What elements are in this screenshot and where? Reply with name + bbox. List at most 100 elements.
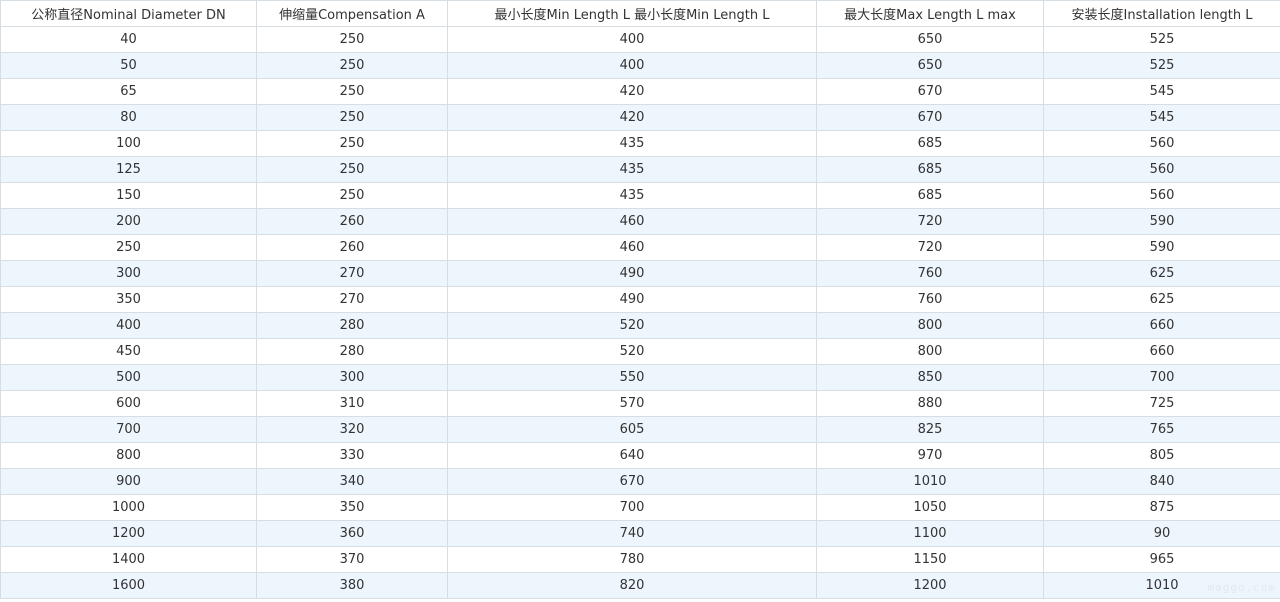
table-row: 125 250 435 685 560 (0, 156, 1280, 183)
cell-max-length: 685 (816, 182, 1044, 209)
cell-installation-length: 590 (1043, 208, 1280, 235)
cell-min-length: 400 (447, 52, 817, 79)
cell-nominal-diameter: 300 (0, 260, 257, 287)
cell-max-length: 685 (816, 156, 1044, 183)
table-row: 900 340 670 1010 840 (0, 468, 1280, 495)
cell-compensation: 280 (256, 338, 448, 365)
table-row: 1200 360 740 1100 90 (0, 520, 1280, 547)
cell-max-length: 1150 (816, 546, 1044, 573)
cell-nominal-diameter: 800 (0, 442, 257, 469)
cell-installation-length: 90 (1043, 520, 1280, 547)
cell-installation-length: 765 (1043, 416, 1280, 443)
table-row: 500 300 550 850 700 (0, 364, 1280, 391)
cell-min-length: 490 (447, 286, 817, 313)
header-nominal-diameter: 公称直径Nominal Diameter DN (0, 0, 257, 27)
cell-nominal-diameter: 1000 (0, 494, 257, 521)
table-body: 40 250 400 650 525 50 250 400 650 525 65 250 420 670 5… (0, 26, 1280, 599)
cell-min-length: 460 (447, 208, 817, 235)
cell-installation-length: 725 (1043, 390, 1280, 417)
header-max-length: 最大长度Max Length L max (816, 0, 1044, 27)
cell-nominal-diameter: 80 (0, 104, 257, 131)
table-row: 450 280 520 800 660 (0, 338, 1280, 365)
cell-compensation: 250 (256, 104, 448, 131)
table-row: 350 270 490 760 625 (0, 286, 1280, 313)
cell-min-length: 780 (447, 546, 817, 573)
header-installation-length: 安装长度Installation length L (1043, 0, 1280, 27)
cell-nominal-diameter: 125 (0, 156, 257, 183)
table-row: 200 260 460 720 590 (0, 208, 1280, 235)
cell-compensation: 350 (256, 494, 448, 521)
cell-installation-length: 545 (1043, 104, 1280, 131)
cell-nominal-diameter: 450 (0, 338, 257, 365)
cell-installation-length: 625 (1043, 286, 1280, 313)
cell-nominal-diameter: 40 (0, 26, 257, 53)
watermark: maggq.com (1207, 581, 1276, 594)
table-row: 150 250 435 685 560 (0, 182, 1280, 209)
table-header: 公称直径Nominal Diameter DN 伸缩量Compensation … (0, 0, 1280, 27)
cell-installation-length: 560 (1043, 156, 1280, 183)
cell-installation-length: 700 (1043, 364, 1280, 391)
cell-min-length: 740 (447, 520, 817, 547)
cell-nominal-diameter: 200 (0, 208, 257, 235)
cell-compensation: 370 (256, 546, 448, 573)
table-row: 300 270 490 760 625 (0, 260, 1280, 287)
cell-max-length: 720 (816, 234, 1044, 261)
cell-installation-length: 660 (1043, 312, 1280, 339)
cell-compensation: 380 (256, 572, 448, 599)
cell-max-length: 670 (816, 78, 1044, 105)
cell-max-length: 1100 (816, 520, 1044, 547)
cell-installation-length: 560 (1043, 130, 1280, 157)
cell-min-length: 520 (447, 312, 817, 339)
cell-compensation: 330 (256, 442, 448, 469)
cell-installation-length: 525 (1043, 26, 1280, 53)
cell-compensation: 250 (256, 182, 448, 209)
cell-nominal-diameter: 65 (0, 78, 257, 105)
cell-compensation: 250 (256, 130, 448, 157)
cell-compensation: 270 (256, 260, 448, 287)
table-row: 400 280 520 800 660 (0, 312, 1280, 339)
cell-compensation: 250 (256, 26, 448, 53)
cell-compensation: 360 (256, 520, 448, 547)
table-row: 40 250 400 650 525 (0, 26, 1280, 53)
header-min-length: 最小长度Min Length L 最小长度Min Length L (447, 0, 817, 27)
table-row: 800 330 640 970 805 (0, 442, 1280, 469)
cell-max-length: 970 (816, 442, 1044, 469)
cell-min-length: 640 (447, 442, 817, 469)
cell-nominal-diameter: 1600 (0, 572, 257, 599)
cell-max-length: 800 (816, 312, 1044, 339)
cell-installation-length: 840 (1043, 468, 1280, 495)
cell-min-length: 520 (447, 338, 817, 365)
cell-nominal-diameter: 250 (0, 234, 257, 261)
cell-max-length: 650 (816, 26, 1044, 53)
cell-installation-length: 965 (1043, 546, 1280, 573)
cell-compensation: 250 (256, 156, 448, 183)
cell-min-length: 420 (447, 78, 817, 105)
cell-min-length: 820 (447, 572, 817, 599)
cell-compensation: 270 (256, 286, 448, 313)
cell-nominal-diameter: 700 (0, 416, 257, 443)
cell-min-length: 460 (447, 234, 817, 261)
cell-max-length: 670 (816, 104, 1044, 131)
cell-nominal-diameter: 50 (0, 52, 257, 79)
table-row: 700 320 605 825 765 (0, 416, 1280, 443)
cell-max-length: 1200 (816, 572, 1044, 599)
cell-nominal-diameter: 400 (0, 312, 257, 339)
cell-max-length: 850 (816, 364, 1044, 391)
cell-min-length: 435 (447, 156, 817, 183)
cell-nominal-diameter: 1400 (0, 546, 257, 573)
cell-max-length: 760 (816, 286, 1044, 313)
cell-max-length: 1050 (816, 494, 1044, 521)
cell-installation-length: 660 (1043, 338, 1280, 365)
table-row: 250 260 460 720 590 (0, 234, 1280, 261)
cell-compensation: 250 (256, 52, 448, 79)
cell-min-length: 550 (447, 364, 817, 391)
cell-compensation: 300 (256, 364, 448, 391)
cell-installation-length: 805 (1043, 442, 1280, 469)
table-row: 65 250 420 670 545 (0, 78, 1280, 105)
cell-compensation: 250 (256, 78, 448, 105)
cell-installation-length: 525 (1043, 52, 1280, 79)
table-row: 100 250 435 685 560 (0, 130, 1280, 157)
table-row: 1400 370 780 1150 965 (0, 546, 1280, 573)
cell-max-length: 1010 (816, 468, 1044, 495)
cell-max-length: 880 (816, 390, 1044, 417)
